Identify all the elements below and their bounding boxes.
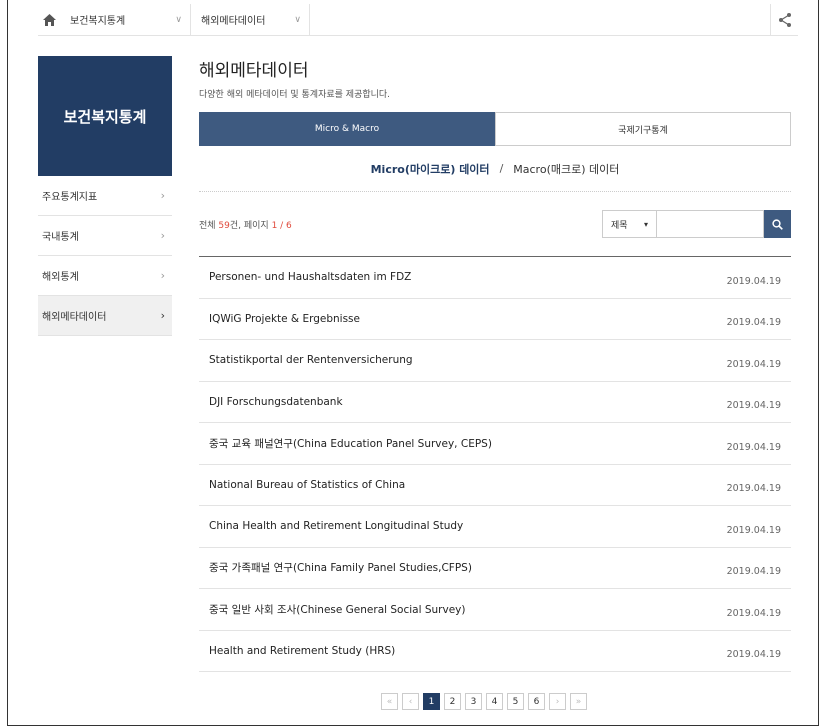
result-list: Personen- und Haushaltsdaten im FDZ 2019.…: [199, 257, 791, 672]
result-count: 전체 59건, 페이지 1 / 6: [199, 218, 292, 231]
list-item-title[interactable]: National Bureau of Statistics of China: [209, 479, 405, 491]
search-button[interactable]: [764, 210, 791, 238]
sidebar-title-banner: 보건복지통계: [38, 56, 172, 176]
list-item-date: 2019.04.19: [726, 524, 781, 536]
tab-micro-macro[interactable]: Micro & Macro: [199, 112, 495, 146]
first-page-button[interactable]: «: [381, 693, 398, 710]
share-icon: [778, 12, 791, 27]
breadcrumb-level2-label: 해외메타데이터: [201, 16, 266, 27]
page-title: 해외메타데이터: [199, 61, 309, 81]
list-item-date: 2019.04.19: [726, 649, 781, 661]
list-item[interactable]: National Bureau of Statistics of China 20…: [199, 465, 791, 506]
home-icon: [42, 13, 56, 26]
share-button[interactable]: [770, 3, 798, 36]
list-item-title[interactable]: 중국 교육 패널연구(China Education Panel Survey,…: [209, 436, 492, 451]
data-type-subnav: Micro(마이크로) 데이터 / Macro(매크로) 데이터: [199, 146, 791, 192]
list-item[interactable]: 중국 가족패널 연구(China Family Panel Studies,CF…: [199, 548, 791, 589]
sidebar-item-overseas-stats[interactable]: 해외통계 ›: [38, 256, 172, 296]
chevron-down-icon: ∨: [175, 14, 182, 25]
chevron-down-icon: ∨: [294, 14, 301, 25]
list-header: 전체 59건, 페이지 1 / 6 제목 ▾: [199, 192, 791, 257]
page-button-2[interactable]: 2: [444, 693, 461, 710]
page-button-3[interactable]: 3: [465, 693, 482, 710]
list-item-date: 2019.04.19: [726, 566, 781, 578]
list-item[interactable]: China Health and Retirement Longitudinal…: [199, 506, 791, 548]
list-item[interactable]: IQWiG Projekte & Ergebnisse 2019.04.19: [199, 299, 791, 340]
sidebar-menu: 주요통계지표 › 국내통계 › 해외통계 › 해외메타데이터 ›: [38, 176, 172, 336]
list-item-date: 2019.04.19: [726, 275, 781, 287]
list-item-title[interactable]: 중국 일반 사회 조사(Chinese General Social Surve…: [209, 602, 465, 617]
breadcrumb-level1[interactable]: 보건복지통계 ∨: [60, 4, 190, 36]
list-item-date: 2019.04.19: [726, 441, 781, 453]
pagination: « ‹ 1 2 3 4 5 6 › »: [381, 693, 587, 710]
tab-international-org-stats[interactable]: 국제기구통계: [495, 112, 791, 146]
list-item-title[interactable]: DJI Forschungsdatenbank: [209, 396, 343, 408]
top-navigation-bar: 보건복지통계 ∨ 해외메타데이터 ∨: [38, 3, 798, 36]
subnav-separator: /: [499, 162, 504, 175]
count-total: 59: [218, 220, 230, 231]
search-input[interactable]: [657, 210, 764, 238]
chevron-right-icon: ›: [160, 309, 165, 322]
page-description: 다양한 해외 메타데이터 및 통계자료를 제공합니다.: [199, 90, 391, 100]
chevron-down-icon: ▾: [643, 219, 648, 229]
list-item[interactable]: Personen- und Haushaltsdaten im FDZ 2019.…: [199, 257, 791, 299]
page-button-1[interactable]: 1: [423, 693, 440, 710]
chevron-right-icon: ›: [160, 269, 165, 282]
list-item[interactable]: 중국 교육 패널연구(China Education Panel Survey,…: [199, 423, 791, 465]
search-field-value: 제목: [611, 220, 628, 231]
sidebar-item-label: 국내통계: [42, 232, 79, 243]
page-button-5[interactable]: 5: [507, 693, 524, 710]
search-form: 제목 ▾: [602, 210, 791, 238]
sidebar-item-domestic-stats[interactable]: 국내통계 ›: [38, 216, 172, 256]
breadcrumb-level1-label: 보건복지통계: [70, 16, 126, 27]
list-item[interactable]: Statistikportal der Rentenversicherung 20…: [199, 340, 791, 382]
page-button-4[interactable]: 4: [486, 693, 503, 710]
breadcrumb-level2[interactable]: 해외메타데이터 ∨: [190, 3, 310, 36]
sidebar-item-overseas-metadata[interactable]: 해외메타데이터 ›: [38, 296, 172, 336]
list-item-title[interactable]: Personen- und Haushaltsdaten im FDZ: [209, 271, 411, 283]
chevron-right-icon: ›: [160, 229, 165, 242]
sidebar-item-label: 주요통계지표: [42, 192, 98, 203]
list-item-date: 2019.04.19: [726, 483, 781, 495]
list-item-title[interactable]: Health and Retirement Study (HRS): [209, 645, 395, 657]
list-item-date: 2019.04.19: [726, 400, 781, 412]
sidebar-item-label: 해외통계: [42, 272, 79, 283]
subnav-micro-link[interactable]: Micro(마이크로) 데이터: [371, 161, 490, 177]
list-item-date: 2019.04.19: [726, 317, 781, 329]
page-button-6[interactable]: 6: [528, 693, 545, 710]
count-page: 1 / 6: [271, 220, 292, 231]
home-button[interactable]: [38, 4, 60, 36]
list-item-date: 2019.04.19: [726, 607, 781, 619]
chevron-right-icon: ›: [160, 189, 165, 202]
list-item[interactable]: DJI Forschungsdatenbank 2019.04.19: [199, 382, 791, 423]
list-item-title[interactable]: IQWiG Projekte & Ergebnisse: [209, 313, 360, 325]
list-item-date: 2019.04.19: [726, 358, 781, 370]
count-prefix: 전체: [199, 220, 219, 231]
list-item-title[interactable]: Statistikportal der Rentenversicherung: [209, 354, 413, 366]
sidebar-title: 보건복지통계: [63, 107, 147, 126]
sidebar-item-key-indicators[interactable]: 주요통계지표 ›: [38, 176, 172, 216]
tab-bar: Micro & Macro 국제기구통계: [199, 112, 791, 146]
prev-page-button[interactable]: ‹: [402, 693, 419, 710]
list-item[interactable]: 중국 일반 사회 조사(Chinese General Social Surve…: [199, 589, 791, 631]
subnav-macro-link[interactable]: Macro(매크로) 데이터: [513, 161, 619, 177]
search-icon: [772, 218, 783, 230]
next-page-button[interactable]: ›: [549, 693, 566, 710]
search-field-select[interactable]: 제목 ▾: [602, 210, 657, 238]
last-page-button[interactable]: »: [570, 693, 587, 710]
main-content: 해외메타데이터 다양한 해외 메타데이터 및 통계자료를 제공합니다. Micr…: [199, 56, 791, 672]
count-mid: 건, 페이지: [229, 220, 272, 231]
sidebar-item-label: 해외메타데이터: [42, 312, 107, 323]
list-item-title[interactable]: China Health and Retirement Longitudinal…: [209, 520, 463, 532]
list-item-title[interactable]: 중국 가족패널 연구(China Family Panel Studies,CF…: [209, 560, 472, 575]
list-item[interactable]: Health and Retirement Study (HRS) 2019.04…: [199, 631, 791, 672]
